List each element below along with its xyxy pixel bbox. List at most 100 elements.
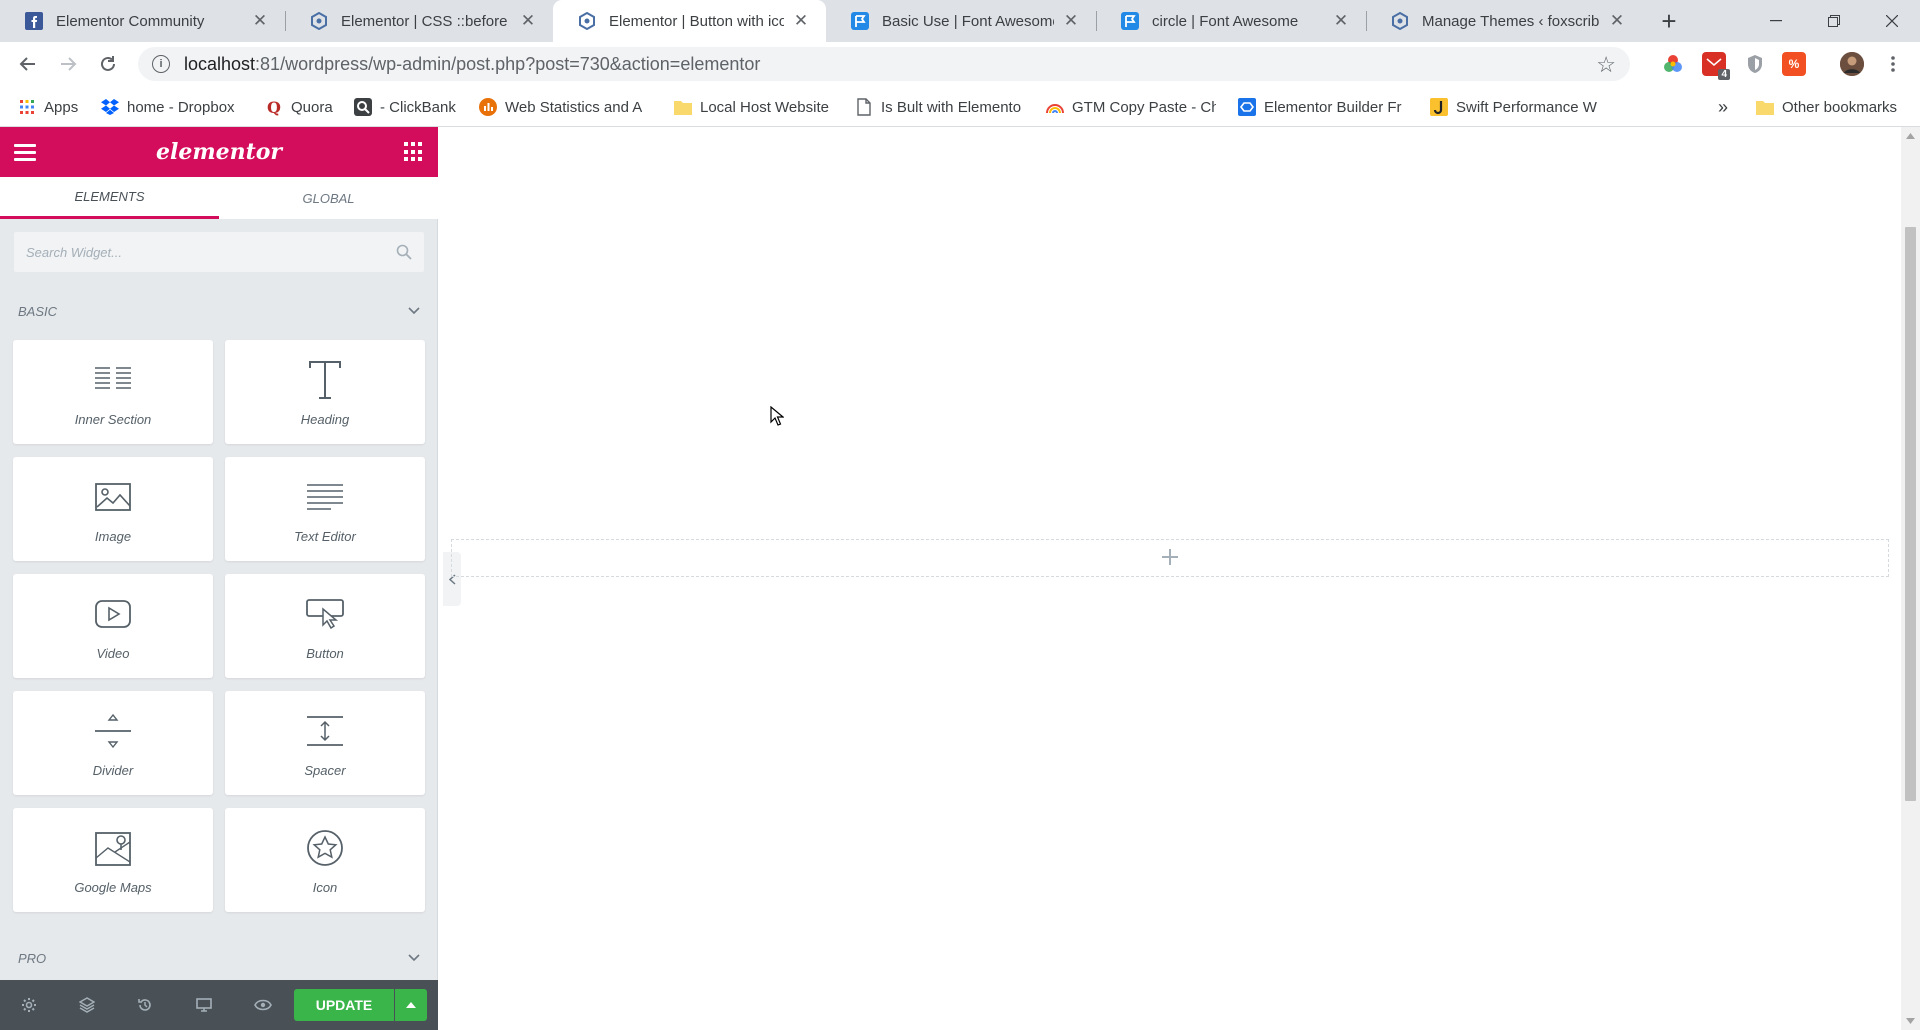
close-tab-icon[interactable]: ✕: [790, 10, 812, 32]
browser-tab[interactable]: Manage Themes ‹ foxscribble ✕: [1366, 0, 1642, 42]
bookmark-apps[interactable]: Apps: [18, 87, 78, 127]
widget-google-maps[interactable]: Google Maps: [13, 808, 213, 912]
font-awesome-flag-icon: [1120, 11, 1140, 31]
settings-gear-icon[interactable]: [17, 993, 41, 1017]
update-button[interactable]: UPDATE: [294, 989, 394, 1021]
close-tab-icon[interactable]: ✕: [249, 10, 271, 32]
stats-icon: [479, 98, 497, 116]
close-tab-icon[interactable]: ✕: [517, 10, 539, 32]
navigator-layers-icon[interactable]: [75, 993, 99, 1017]
panel-tabs: ELEMENTS GLOBAL: [0, 177, 438, 219]
mail-extension-icon[interactable]: 4: [1702, 52, 1730, 80]
widget-inner-section[interactable]: Inner Section: [13, 340, 213, 444]
bookmark-built-with-elementor[interactable]: Is Bult with Elemento: [855, 87, 1023, 127]
builder-icon: [1238, 98, 1256, 116]
editor-canvas[interactable]: [439, 127, 1901, 1030]
close-window-button[interactable]: [1866, 0, 1918, 42]
hamburger-menu-icon[interactable]: [14, 144, 36, 161]
browser-tab-active[interactable]: Elementor | Button with icon ✕: [553, 0, 826, 42]
color-picker-extension-icon[interactable]: [1661, 52, 1685, 76]
bookmarks-overflow-button[interactable]: »: [1718, 87, 1728, 127]
google-maps-icon: [88, 826, 138, 870]
chevron-down-icon: [408, 954, 420, 962]
elementor-hex-icon: [1390, 11, 1410, 31]
widget-text-editor[interactable]: Text Editor: [225, 457, 425, 561]
forward-button[interactable]: [52, 48, 84, 80]
video-icon: [88, 592, 138, 636]
category-basic-header[interactable]: BASIC: [18, 299, 420, 323]
bookmarks-bar: Apps home - Dropbox Q Quora - ClickBank …: [0, 87, 1920, 127]
chrome-menu-icon[interactable]: [1877, 48, 1909, 80]
mouse-cursor-icon: [770, 405, 785, 431]
scroll-up-icon[interactable]: [1906, 133, 1915, 139]
chevron-down-icon: [408, 307, 420, 315]
panel-header: elementor: [0, 127, 438, 177]
address-bar[interactable]: i localhost:81/wordpress/wp-admin/post.p…: [138, 47, 1630, 81]
bookmark-star-icon[interactable]: ☆: [1596, 52, 1616, 78]
elementor-panel: elementor ELEMENTS GLOBAL BASIC Inner Se…: [0, 127, 438, 1030]
widget-divider[interactable]: Divider: [13, 691, 213, 795]
scroll-down-icon[interactable]: [1906, 1018, 1915, 1024]
url-path: :81/wordpress/wp-admin/post.php?post=730…: [255, 53, 761, 74]
tab-title: Basic Use | Font Awesome: [882, 12, 1054, 30]
percent-extension-icon[interactable]: %: [1782, 52, 1806, 76]
bookmark-quora[interactable]: Q Quora: [265, 87, 333, 127]
widget-icon[interactable]: Icon: [225, 808, 425, 912]
reload-button[interactable]: [92, 48, 124, 80]
reload-icon: [101, 56, 115, 71]
bookmark-elementor-builder[interactable]: Elementor Builder Fr: [1238, 87, 1410, 127]
tab-title: circle | Font Awesome: [1152, 12, 1299, 30]
vertical-scrollbar[interactable]: [1901, 127, 1920, 1030]
category-pro-header[interactable]: PRO: [18, 946, 420, 970]
info-icon[interactable]: i: [152, 55, 170, 73]
close-tab-icon[interactable]: ✕: [1606, 10, 1628, 32]
minimize-button[interactable]: [1750, 0, 1802, 42]
other-bookmarks[interactable]: Other bookmarks: [1756, 87, 1897, 127]
elementor-logo: elementor: [155, 139, 283, 165]
browser-tab[interactable]: Basic Use | Font Awesome ✕: [826, 0, 1096, 42]
bookmark-web-statistics[interactable]: Web Statistics and A: [479, 87, 649, 127]
preview-eye-icon[interactable]: [251, 993, 275, 1017]
back-button[interactable]: [12, 48, 44, 80]
bookmark-dropbox[interactable]: home - Dropbox: [101, 87, 235, 127]
dropbox-icon: [101, 98, 119, 116]
browser-tab[interactable]: Elementor | CSS ::before and ✕: [285, 0, 553, 42]
bookmark-swift-performance[interactable]: Swift Performance W: [1430, 87, 1600, 127]
plus-icon[interactable]: [1160, 544, 1180, 572]
widget-image[interactable]: Image: [13, 457, 213, 561]
tab-global[interactable]: GLOBAL: [219, 177, 438, 219]
widget-video[interactable]: Video: [13, 574, 213, 678]
category-title: BASIC: [18, 303, 58, 319]
search-input[interactable]: [26, 244, 396, 260]
widget-button[interactable]: Button: [225, 574, 425, 678]
arrow-left-icon: [19, 57, 35, 71]
add-section-area[interactable]: [451, 539, 1889, 577]
responsive-desktop-icon[interactable]: [192, 993, 216, 1017]
widgets-grid-icon[interactable]: [404, 142, 424, 162]
bookmark-gtm-copy-paste[interactable]: GTM Copy Paste - Ch: [1046, 87, 1216, 127]
elementor-hex-icon: [309, 11, 329, 31]
tab-elements[interactable]: ELEMENTS: [0, 177, 219, 219]
new-tab-button[interactable]: +: [1654, 6, 1684, 36]
restore-button[interactable]: [1808, 0, 1860, 42]
close-tab-icon[interactable]: ✕: [1060, 10, 1082, 32]
folder-icon: [1756, 98, 1774, 116]
tab-title: Elementor | Button with icon: [609, 12, 784, 30]
facebook-icon: [24, 11, 44, 31]
text-editor-icon: [300, 475, 350, 519]
widget-spacer[interactable]: Spacer: [225, 691, 425, 795]
star-icon: [300, 826, 350, 870]
history-icon[interactable]: [133, 993, 157, 1017]
profile-avatar[interactable]: [1840, 52, 1864, 76]
browser-tab-strip: Elementor Community ✕ Elementor | CSS ::…: [0, 0, 1920, 42]
browser-tab[interactable]: circle | Font Awesome ✕: [1096, 0, 1366, 42]
close-tab-icon[interactable]: ✕: [1330, 10, 1352, 32]
browser-tab[interactable]: Elementor Community ✕: [0, 0, 285, 42]
bookmark-clickbank[interactable]: - ClickBank: [354, 87, 456, 127]
tab-title: Elementor Community: [56, 12, 205, 30]
widget-heading[interactable]: Heading: [225, 340, 425, 444]
scrollbar-thumb[interactable]: [1905, 227, 1916, 801]
bookmark-local-host-website[interactable]: Local Host Website: [674, 87, 829, 127]
update-options-button[interactable]: [395, 989, 427, 1021]
shield-extension-icon[interactable]: [1743, 52, 1767, 76]
